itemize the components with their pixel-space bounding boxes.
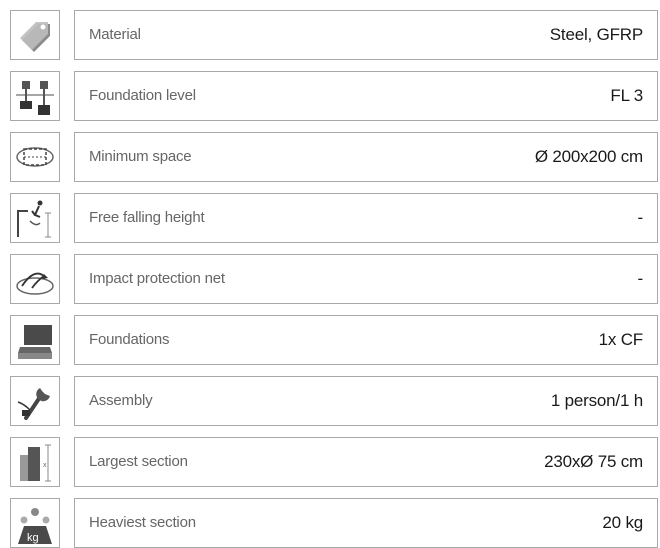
spec-value: 1x CF bbox=[598, 330, 644, 349]
spec-row-impact-protection-net: Impact protection net - bbox=[0, 254, 660, 304]
spec-value: 20 kg bbox=[602, 513, 643, 532]
spec-field: Material Steel, GFRP bbox=[74, 10, 658, 60]
spec-row-foundation-level: Foundation level FL 3 bbox=[0, 71, 660, 121]
spec-label: Material bbox=[89, 26, 141, 43]
spec-field: Foundation level FL 3 bbox=[74, 71, 658, 121]
spec-value: - bbox=[637, 269, 644, 288]
spec-field: Foundations 1x CF bbox=[74, 315, 658, 365]
spec-label: Assembly bbox=[89, 392, 153, 409]
spec-label: Heaviest section bbox=[89, 514, 196, 531]
impact-net-icon bbox=[16, 272, 54, 295]
spec-value: Steel, GFRP bbox=[549, 25, 643, 44]
spec-field: Impact protection net - bbox=[74, 254, 658, 304]
spec-value: 1 person/1 h bbox=[550, 391, 643, 410]
spec-label: Impact protection net bbox=[89, 270, 225, 287]
free-fall-icon bbox=[17, 200, 51, 238]
material-tag-icon bbox=[20, 22, 50, 52]
svg-text:x: x bbox=[43, 462, 47, 469]
spec-value: FL 3 bbox=[610, 86, 643, 105]
spec-value: 230xØ 75 cm bbox=[544, 452, 643, 471]
spec-field: Assembly 1 person/1 h bbox=[74, 376, 658, 426]
icon-box bbox=[10, 132, 60, 182]
spec-row-material: Material Steel, GFRP bbox=[0, 10, 660, 60]
icon-box bbox=[10, 376, 60, 426]
spec-label: Foundations bbox=[89, 331, 170, 348]
icon-box bbox=[10, 10, 60, 60]
spec-field: Largest section 230xØ 75 cm bbox=[74, 437, 658, 487]
spec-label: Free falling height bbox=[89, 209, 205, 226]
icon-box bbox=[10, 71, 60, 121]
spec-field: Minimum space Ø 200x200 cm bbox=[74, 132, 658, 182]
icon-box: x bbox=[10, 437, 60, 487]
icon-box bbox=[10, 315, 60, 365]
assembly-wrench-icon bbox=[17, 388, 50, 420]
spec-row-free-falling-height: Free falling height - bbox=[0, 193, 660, 243]
spec-value: - bbox=[637, 208, 644, 227]
spec-label: Largest section bbox=[89, 453, 188, 470]
spec-row-minimum-space: Minimum space Ø 200x200 cm bbox=[0, 132, 660, 182]
spec-value: Ø 200x200 cm bbox=[534, 147, 643, 166]
largest-section-icon: x bbox=[20, 444, 51, 482]
icon-box bbox=[10, 254, 60, 304]
foundations-icon bbox=[18, 325, 52, 359]
spec-field: Free falling height - bbox=[74, 193, 658, 243]
spec-row-heaviest-section: kg Heaviest section 20 kg bbox=[0, 498, 660, 548]
icon-box: kg bbox=[10, 498, 60, 548]
weight-kg-icon: kg bbox=[18, 508, 52, 544]
spec-label: Minimum space bbox=[89, 148, 192, 165]
minimum-space-icon bbox=[16, 147, 54, 167]
svg-text:kg: kg bbox=[27, 532, 39, 544]
spec-row-foundations: Foundations 1x CF bbox=[0, 315, 660, 365]
spec-row-largest-section: x Largest section 230xØ 75 cm bbox=[0, 437, 660, 487]
icon-box bbox=[10, 193, 60, 243]
spec-label: Foundation level bbox=[89, 87, 196, 104]
foundation-level-icon bbox=[16, 81, 54, 115]
spec-field: Heaviest section 20 kg bbox=[74, 498, 658, 548]
spec-row-assembly: Assembly 1 person/1 h bbox=[0, 376, 660, 426]
